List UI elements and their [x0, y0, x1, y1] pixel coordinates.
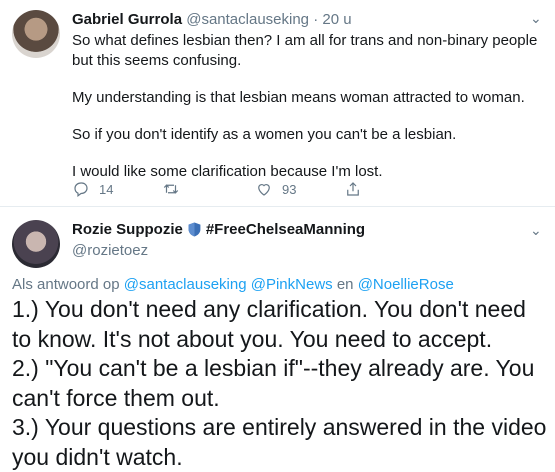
tweet-header: Gabriel Gurrola @santaclauseking · 20 u — [72, 11, 352, 28]
original-tweet[interactable]: Gabriel Gurrola @santaclauseking · 20 u … — [0, 0, 555, 206]
divider — [0, 206, 555, 207]
like-button[interactable]: 93 — [255, 180, 296, 198]
reply-icon — [74, 182, 88, 197]
retweet-button[interactable] — [162, 180, 189, 198]
author-name[interactable]: Gabriel Gurrola — [72, 11, 182, 28]
tweet-paragraph: I would like some clarification because … — [72, 163, 383, 180]
reply-line: 3.) Your questions are entirely answered… — [12, 414, 547, 470]
tweet-paragraph: So if you don't identify as a women you … — [72, 126, 457, 143]
like-count: 93 — [282, 181, 297, 197]
share-icon — [347, 182, 359, 196]
reply-button[interactable]: 14 — [72, 180, 113, 198]
chevron-down-icon[interactable]: ⌄ — [530, 10, 542, 27]
reply-count: 14 — [99, 181, 114, 197]
retweet-icon — [163, 184, 179, 194]
reply-line: 2.) "You can't be a lesbian if"--they al… — [12, 355, 535, 411]
tweet-paragraph: My understanding is that lesbian means w… — [72, 89, 525, 106]
replying-prefix: Als antwoord op — [12, 276, 120, 293]
avatar[interactable] — [12, 10, 60, 58]
author-hashtag: #FreeChelseaManning — [205, 221, 366, 238]
share-button[interactable] — [344, 180, 362, 198]
blue-shield-icon — [188, 222, 201, 237]
chevron-down-icon[interactable]: ⌄ — [530, 222, 542, 239]
reply-author-name[interactable]: Rozie Suppozie #FreeChelseaManning — [72, 221, 365, 238]
avatar[interactable] — [12, 220, 60, 268]
replying-to: Als antwoord op @santaclauseking @PinkNe… — [12, 276, 454, 293]
reply-line: 1.) You don't need any clarification. Yo… — [12, 296, 526, 352]
tweet-paragraph: So what defines lesbian then? I am all f… — [72, 32, 538, 69]
reply-text: 1.) You don't need any clarification. Yo… — [12, 295, 547, 472]
author-handle[interactable]: @rozietoez — [72, 242, 148, 259]
author-name: Rozie Suppozie — [72, 221, 183, 238]
timestamp[interactable]: · 20 u — [313, 11, 351, 28]
author-handle[interactable]: @santaclauseking — [186, 11, 309, 28]
replying-joiner: en — [336, 276, 354, 293]
mention-link[interactable]: @NoellieRose — [358, 276, 454, 293]
like-icon — [258, 184, 270, 196]
tweet-text: So what defines lesbian then? I am all f… — [72, 31, 542, 199]
mention-link[interactable]: @PinkNews — [251, 276, 333, 293]
mention-link[interactable]: @santaclauseking — [124, 276, 247, 293]
tweet-actions: 14 93 — [72, 180, 492, 200]
